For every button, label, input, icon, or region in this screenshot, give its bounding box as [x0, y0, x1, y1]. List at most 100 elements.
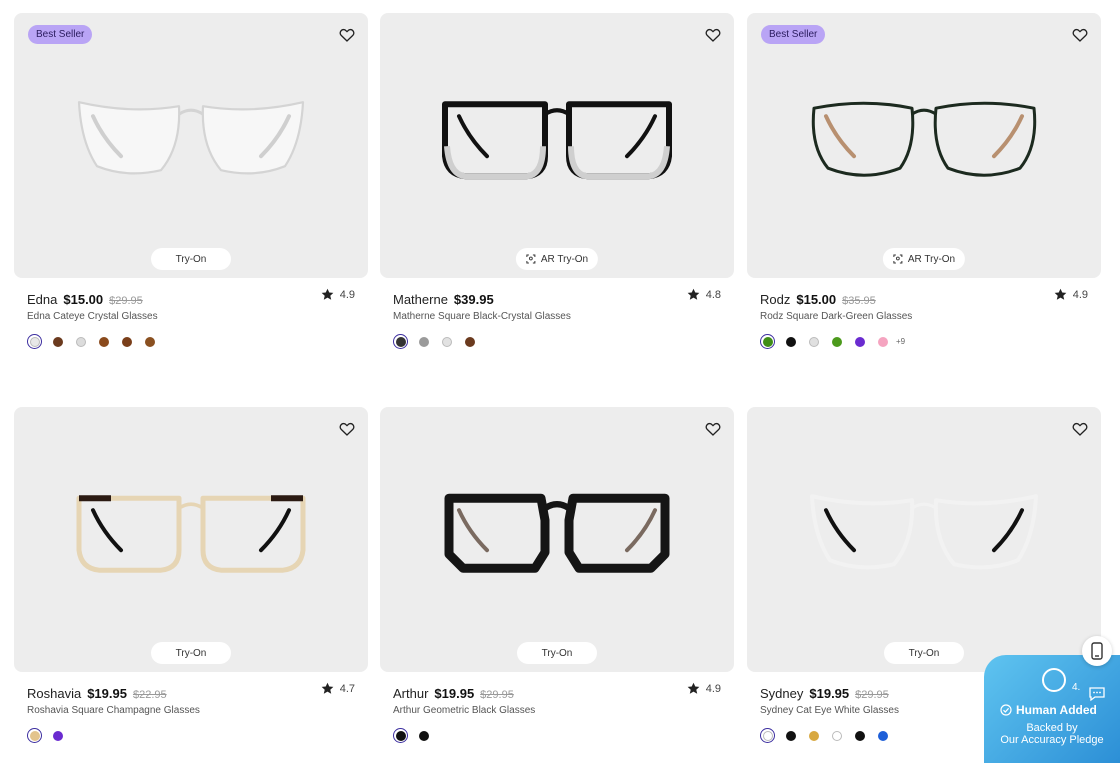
product-name[interactable]: Arthur [393, 686, 428, 701]
glasses-image [444, 493, 670, 573]
swatch-color [877, 336, 888, 347]
color-swatch[interactable] [760, 728, 775, 743]
color-swatch[interactable] [27, 334, 42, 349]
product-image[interactable]: Try-On [747, 407, 1101, 672]
product-card[interactable]: Try-On Arthur $19.95 $29.95 4.9 Arthur Geomet… [380, 407, 734, 752]
heart-icon[interactable] [705, 421, 721, 437]
color-swatch[interactable] [27, 728, 42, 743]
product-full-name[interactable]: Roshavia Square Champagne Glasses [27, 705, 200, 716]
color-swatch[interactable] [96, 334, 111, 349]
star-icon [321, 288, 334, 300]
accuracy-pledge-badge[interactable]: Human Added Backed by Our Accuracy Pledg… [984, 655, 1120, 763]
product-image[interactable]: Try-On [380, 407, 734, 672]
product-full-name[interactable]: Rodz Square Dark-Green Glasses [760, 311, 912, 322]
more-colors-count[interactable]: +9 [896, 337, 905, 346]
ar-try-on-button[interactable]: AR Try-On [515, 248, 599, 270]
color-swatch[interactable] [50, 728, 65, 743]
swatch-color [831, 336, 842, 347]
product-full-name[interactable]: Arthur Geometric Black Glasses [393, 705, 535, 716]
color-swatch[interactable] [462, 334, 477, 349]
color-swatches [27, 334, 157, 349]
color-swatch[interactable] [783, 334, 798, 349]
heart-icon[interactable] [1072, 421, 1088, 437]
glasses-frame [71, 86, 311, 201]
product-rating: 4.9 [1054, 288, 1088, 301]
swatch-color [441, 336, 452, 347]
star-icon [321, 682, 334, 694]
color-swatch[interactable] [852, 728, 867, 743]
product-name[interactable]: Matherne [393, 292, 448, 307]
heart-icon[interactable] [1072, 27, 1088, 43]
color-swatch[interactable] [416, 334, 431, 349]
product-name[interactable]: Rodz [760, 292, 790, 307]
product-card[interactable]: AR Try-On Matherne $39.95 4.8 Matherne Squar… [380, 13, 734, 358]
try-on-button[interactable]: Try-On [517, 642, 597, 664]
heart-icon[interactable] [339, 27, 355, 43]
try-on-label: Try-On [908, 647, 940, 659]
product-image[interactable]: Best Seller AR Try-On [747, 13, 1101, 278]
color-swatch[interactable] [760, 334, 775, 349]
product-grid: Best Seller Try-On Edna $15.00 $29.95 4.9 Edna… [0, 0, 1120, 763]
heart-icon[interactable] [705, 27, 721, 43]
product-title-row: Edna $15.00 $29.95 [27, 292, 143, 307]
color-swatch[interactable] [852, 334, 867, 349]
color-swatch[interactable] [393, 334, 408, 349]
color-swatch[interactable] [829, 728, 844, 743]
try-on-label: Try-On [541, 647, 573, 659]
glasses-image [811, 101, 1037, 177]
product-full-name[interactable]: Sydney Cat Eye White Glasses [760, 705, 899, 716]
product-info: Arthur $19.95 $29.95 4.9 Arthur Geometric Bl… [380, 672, 734, 752]
product-old-price: $29.95 [855, 689, 889, 701]
swatch-color [464, 336, 475, 347]
product-price: $15.00 [796, 292, 837, 307]
heart-icon[interactable] [339, 421, 355, 437]
try-on-label: AR Try-On [540, 253, 589, 265]
product-card[interactable]: Best Seller Try-On Edna $15.00 $29.95 4.9 Edna… [14, 13, 368, 358]
product-old-price: $35.95 [842, 295, 876, 307]
product-full-name[interactable]: Matherne Square Black-Crystal Glasses [393, 311, 571, 322]
color-swatch[interactable] [73, 334, 88, 349]
try-on-button[interactable]: Try-On [151, 248, 231, 270]
rating-value: 4.7 [339, 682, 355, 695]
product-image[interactable]: Best Seller Try-On [14, 13, 368, 278]
color-swatch[interactable] [416, 728, 431, 743]
color-swatch[interactable] [875, 334, 890, 349]
swatch-color [29, 730, 40, 741]
product-image[interactable]: AR Try-On [380, 13, 734, 278]
color-swatch[interactable] [393, 728, 408, 743]
try-on-button[interactable]: Try-On [884, 642, 964, 664]
shield-badge-icon [1042, 668, 1066, 692]
product-rating: 4.9 [321, 288, 355, 301]
color-swatch[interactable] [50, 334, 65, 349]
product-price: $39.95 [453, 292, 494, 307]
color-swatch[interactable] [142, 334, 157, 349]
product-name[interactable]: Roshavia [27, 686, 81, 701]
product-title-row: Matherne $39.95 [393, 292, 494, 307]
phone-button[interactable] [1082, 636, 1112, 666]
product-image[interactable]: Try-On [14, 407, 368, 672]
product-name[interactable]: Edna [27, 292, 57, 307]
color-swatch[interactable] [875, 728, 890, 743]
product-old-price: $22.95 [132, 689, 167, 701]
product-card[interactable]: Try-On Roshavia $19.95 $22.95 4.7 Roshavia Sq… [14, 407, 368, 752]
glasses-frame [437, 480, 677, 595]
color-swatch[interactable] [439, 334, 454, 349]
color-swatch[interactable] [829, 334, 844, 349]
phone-icon [1091, 642, 1103, 660]
chat-icon[interactable] [1088, 686, 1106, 702]
ar-scan-icon [893, 254, 903, 264]
glasses-frame [804, 480, 1044, 595]
color-swatch[interactable] [783, 728, 798, 743]
glasses-frame [71, 480, 311, 595]
color-swatch[interactable] [806, 334, 821, 349]
swatch-color [877, 730, 888, 741]
product-full-name[interactable]: Edna Cateye Crystal Glasses [27, 311, 158, 322]
ar-try-on-button[interactable]: AR Try-On [882, 248, 966, 270]
try-on-button[interactable]: Try-On [151, 642, 231, 664]
product-name[interactable]: Sydney [760, 686, 803, 701]
color-swatch[interactable] [119, 334, 134, 349]
try-on-label: AR Try-On [907, 253, 956, 265]
ar-scan-icon [526, 254, 536, 264]
color-swatch[interactable] [806, 728, 821, 743]
product-card[interactable]: Best Seller AR Try-On Rodz $15.00 $35.95 4.9 R… [747, 13, 1101, 358]
